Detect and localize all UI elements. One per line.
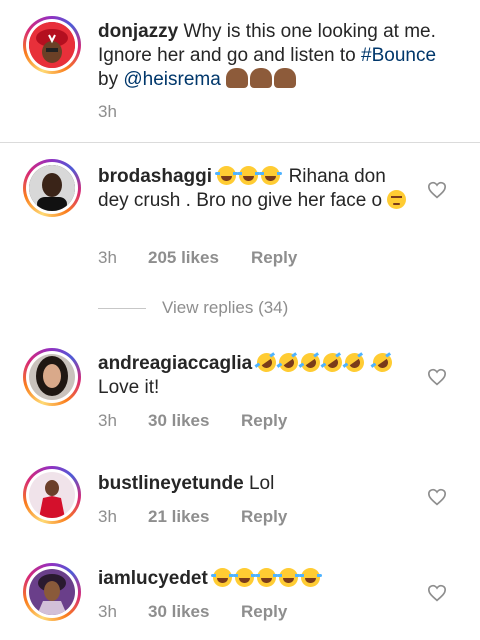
post-caption: donjazzy Why is this one looking at me. … (0, 0, 480, 142)
comment-username-4[interactable]: iamlucyedet (98, 568, 208, 589)
reply-button[interactable]: Reply (241, 602, 287, 622)
comment-text-2: andreagiaccaglia Love it! (98, 349, 418, 400)
caption-text: donjazzy Why is this one looking at me. … (98, 20, 448, 92)
heart-icon[interactable] (427, 181, 447, 199)
avatar-bustlineyetunde[interactable] (23, 466, 81, 524)
comment-text-1: brodashaggi Rihana don dey crush . Bro n… (98, 165, 418, 213)
tears-of-joy-icon (215, 166, 239, 185)
likes-count[interactable]: 30 likes (148, 602, 241, 622)
profile-photo-icon (29, 569, 75, 615)
reply-button[interactable]: Reply (241, 507, 287, 527)
caption-body-2: by (98, 69, 119, 90)
comment-body-2: Love it! (98, 377, 160, 398)
comment-timestamp: 3h (98, 411, 117, 430)
comment-username-3[interactable]: bustlineyetunde (98, 473, 244, 494)
heart-icon[interactable] (427, 488, 447, 506)
rofl-icon (275, 349, 303, 376)
tears-of-joy-icon (259, 166, 283, 185)
comment-timestamp: 3h (98, 507, 117, 526)
avatar-andreagiaccaglia[interactable] (23, 348, 81, 406)
mention-link[interactable]: @heisrema (123, 69, 220, 90)
raising-hands-icon (250, 68, 273, 88)
profile-photo-icon (29, 472, 75, 518)
tears-of-joy-icon (211, 568, 235, 587)
comment-text-4: iamlucyedet (98, 567, 418, 591)
heart-icon[interactable] (427, 584, 447, 602)
replies-line (98, 307, 146, 309)
caption-meta: 3h (98, 102, 148, 122)
raising-hands-icon (226, 68, 249, 88)
heart-icon[interactable] (427, 368, 447, 386)
comment-meta-3: 3h 21 likes Reply (98, 507, 287, 527)
tears-of-joy-icon (255, 568, 279, 587)
rofl-icon (319, 349, 347, 376)
reply-button[interactable]: Reply (251, 248, 297, 268)
likes-count[interactable]: 30 likes (148, 411, 241, 431)
view-replies-button[interactable]: View replies (34) (98, 298, 288, 318)
comment-timestamp: 3h (98, 248, 117, 267)
tears-of-joy-icon (233, 568, 257, 587)
caption-timestamp: 3h (98, 102, 117, 121)
view-replies-label[interactable]: View replies (34) (162, 298, 288, 318)
comment-meta-1: 3h 205 likes Reply (98, 248, 297, 268)
raising-hands-icon (274, 68, 297, 88)
comment-timestamp: 3h (98, 602, 117, 621)
caption-username[interactable]: donjazzy (98, 21, 178, 42)
avatar-donjazzy[interactable] (23, 16, 81, 74)
comment-meta-4: 3h 30 likes Reply (98, 602, 287, 622)
hashtag-link[interactable]: #Bounce (361, 45, 436, 66)
comment-username-2[interactable]: andreagiaccaglia (98, 353, 252, 374)
tears-of-joy-icon (277, 568, 301, 587)
rofl-icon (341, 349, 369, 376)
comment-meta-2: 3h 30 likes Reply (98, 411, 287, 431)
comment-username-1[interactable]: brodashaggi (98, 166, 212, 187)
rofl-icon (253, 349, 281, 376)
profile-photo-icon (29, 165, 75, 211)
profile-photo-icon (29, 354, 75, 400)
likes-count[interactable]: 21 likes (148, 507, 241, 527)
comment-body-3: Lol (248, 473, 275, 494)
tears-of-joy-icon (299, 568, 323, 587)
comment-text-3: bustlineyetunde Lol (98, 472, 418, 496)
tears-of-joy-icon (237, 166, 261, 185)
caption-divider (0, 142, 480, 143)
reply-button[interactable]: Reply (241, 411, 287, 431)
likes-count[interactable]: 205 likes (148, 248, 251, 268)
unamused-face-icon (387, 190, 407, 209)
avatar-iamlucyedet[interactable] (23, 563, 81, 621)
rofl-icon (369, 349, 396, 376)
avatar-brodashaggi[interactable] (23, 159, 81, 217)
rofl-icon (297, 349, 325, 376)
profile-photo-icon (29, 22, 75, 68)
